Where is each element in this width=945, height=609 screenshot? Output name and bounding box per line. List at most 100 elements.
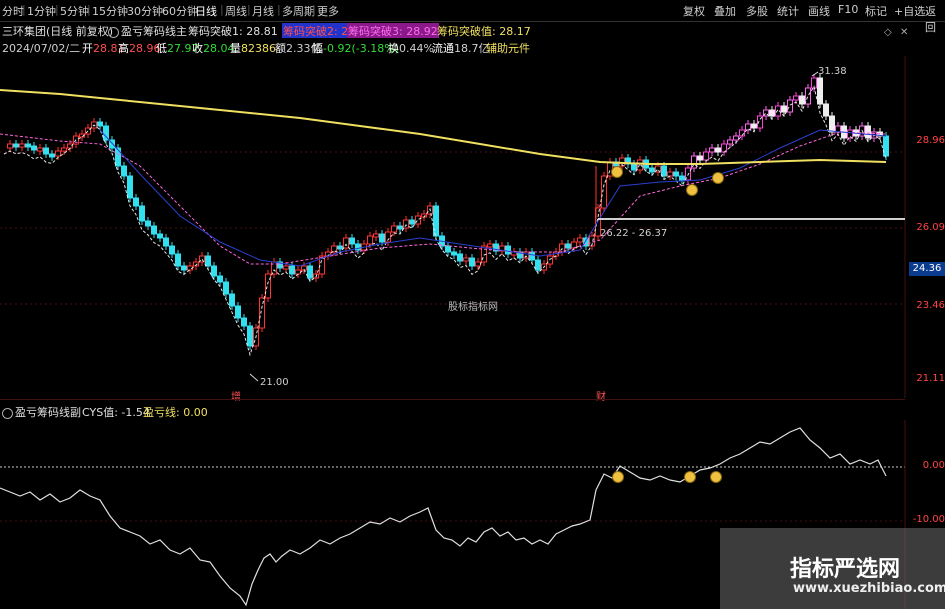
breakout-value-readout: 筹码突破值: 28.17 (437, 25, 531, 38)
candle-body (433, 205, 439, 237)
candle-body (373, 233, 379, 238)
y-tick-label: 23.46 (916, 300, 945, 311)
candle-body (265, 273, 271, 299)
tab-8[interactable]: 月线 (252, 3, 274, 19)
candle-body (133, 197, 139, 207)
sub-indicator-info: 盈亏筹码线副 CYS值: -1.54 盈亏线: 0.00 (0, 403, 600, 419)
candle-body (229, 293, 235, 307)
candle-body (637, 159, 643, 171)
tab-1[interactable]: 1分钟 (27, 3, 56, 19)
quote-line: 2024/07/02/二 开28.81 高28.96 低27.97 收28.04… (0, 39, 905, 55)
diamond-icon[interactable]: ◇ (884, 27, 892, 38)
marker-cai[interactable]: 财 (596, 388, 606, 403)
candle-body (115, 147, 121, 167)
tab-10[interactable]: 更多 (317, 3, 339, 19)
toolbar-button-5[interactable]: F10 (838, 3, 858, 16)
candle-body (169, 245, 175, 255)
candle-body (379, 233, 385, 243)
money-bag-icon (710, 471, 722, 483)
candle-body (247, 325, 253, 347)
candle-body (289, 265, 295, 275)
candle-body (127, 175, 133, 199)
profit-line-readout: 盈亏线: 0.00 (143, 406, 208, 419)
tab-divider: | (220, 3, 224, 16)
candle-body (577, 237, 583, 243)
settings-circle-icon[interactable] (2, 407, 13, 419)
toolbar-button-4[interactable]: 画线 (808, 3, 830, 19)
sub-y-tick: 0.00 (922, 460, 945, 471)
candle-body (799, 95, 805, 105)
candle-body (673, 171, 679, 177)
candle-body (55, 150, 61, 157)
tab-7[interactable]: 周线 (225, 3, 247, 19)
quote-date: 2024/07/02/二 (2, 42, 81, 55)
candle-body (49, 153, 55, 158)
money-bag-icon (611, 166, 623, 178)
tab-2[interactable]: 5分钟 (60, 3, 89, 19)
y-tick-label: 26.09 (916, 222, 945, 233)
toolbar-button-2[interactable]: 多股 (746, 3, 768, 19)
tab-0[interactable]: 分时 (2, 3, 24, 19)
candle-body (787, 99, 793, 113)
candle-body (505, 245, 511, 255)
money-bag-icon (684, 471, 696, 483)
candle-body (31, 145, 37, 151)
candle-body (883, 135, 889, 157)
tab-divider: | (277, 3, 281, 16)
aux-label[interactable]: 辅助元件 (486, 40, 530, 55)
candle-body (343, 237, 349, 249)
tab-divider: | (247, 3, 251, 16)
toolbar-button-8[interactable]: 返回 (925, 3, 945, 35)
candle-body (679, 175, 685, 181)
sub-y-tick: -10.00 (912, 514, 945, 525)
candle-body (487, 243, 493, 248)
settings-circle-icon[interactable] (108, 26, 119, 38)
candle-body (865, 125, 871, 139)
toolbar-button-0[interactable]: 复权 (683, 3, 705, 19)
close-icon[interactable]: ✕ (900, 27, 908, 38)
candle-body (295, 269, 301, 275)
marker-zeng[interactable]: 增 (231, 388, 241, 403)
breakout3-readout: 筹码突破3: 28.92 (347, 23, 439, 38)
candle-body (817, 77, 823, 105)
candle-body (19, 143, 25, 148)
candle-body (829, 115, 835, 133)
candle-body (241, 317, 247, 327)
candle-body (223, 281, 229, 295)
quote-close: 收28.04 (192, 42, 235, 55)
tab-divider: | (22, 3, 26, 16)
indicator-name[interactable]: 盈亏筹码线主 (108, 23, 187, 38)
toolbar-button-3[interactable]: 统计 (777, 3, 799, 19)
candle-body (781, 105, 787, 113)
stock-title[interactable]: 三环集团(日线 前复权) (2, 23, 113, 38)
tab-9[interactable]: 多周期 (282, 3, 315, 19)
candle-body (307, 265, 313, 279)
money-bag-icon (686, 184, 698, 196)
money-bag-icon (712, 172, 724, 184)
candle-body (13, 143, 19, 148)
tab-6[interactable]: 日线 (195, 3, 217, 19)
candle-body (733, 135, 739, 141)
toolbar-button-6[interactable]: 标记 (865, 3, 887, 19)
panel-separator[interactable] (0, 399, 905, 400)
candle-body (163, 237, 169, 247)
low-point-label: 21.00 (260, 377, 289, 388)
quote-float: 流通18.7亿 (432, 42, 490, 55)
center-watermark: 股标指标网 (448, 302, 498, 313)
candle-body (397, 225, 403, 230)
current-price-box: 24.36 (909, 262, 945, 276)
candle-body (457, 253, 463, 262)
candle-body (463, 257, 469, 262)
cys-readout: CYS值: -1.54 (82, 406, 150, 419)
toolbar-button-1[interactable]: 叠加 (714, 3, 736, 19)
candle-body (523, 251, 529, 259)
candlestick-chart[interactable] (0, 56, 909, 398)
candle-body (145, 220, 151, 227)
y-tick-label: 21.11 (916, 373, 945, 384)
candle-body (469, 257, 475, 267)
candle-body (709, 147, 715, 153)
sub-indicator-name[interactable]: 盈亏筹码线副 (2, 404, 81, 420)
candle-body (337, 245, 343, 250)
candle-body (235, 305, 241, 319)
toolbar-button-7[interactable]: +自选 (894, 3, 925, 19)
